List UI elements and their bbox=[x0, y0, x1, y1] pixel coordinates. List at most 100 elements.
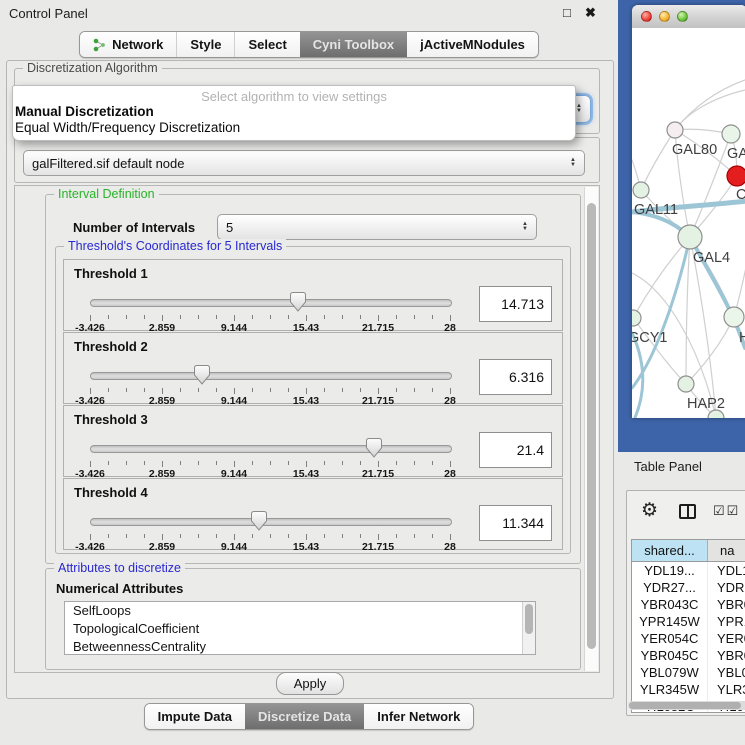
network-canvas[interactable]: GAL80GACGAL11GAL4GCY1HHAP2 bbox=[632, 28, 745, 418]
slider-tick bbox=[126, 534, 127, 538]
checkbox-checked-icon[interactable]: ☑ bbox=[727, 503, 741, 518]
network-edge bbox=[641, 130, 675, 190]
table-row[interactable]: YBR045CYBR0 bbox=[632, 647, 745, 664]
tab-discretize-data[interactable]: Discretize Data bbox=[245, 704, 364, 729]
table-cell[interactable]: YLR3 bbox=[708, 681, 745, 698]
table-cell[interactable]: YLR345W bbox=[632, 681, 708, 698]
close-panel-icon[interactable]: ✖ bbox=[585, 5, 596, 21]
table-cell[interactable]: YBR0 bbox=[708, 647, 745, 664]
table-cell[interactable]: YBL0 bbox=[708, 664, 745, 681]
apply-button[interactable]: Apply bbox=[276, 672, 344, 695]
list-item[interactable]: BetweennessCentrality bbox=[65, 638, 535, 655]
network-node[interactable] bbox=[667, 122, 683, 138]
table-row[interactable]: YDL19...YDL1 bbox=[632, 562, 745, 579]
zoom-window-icon[interactable] bbox=[677, 11, 688, 22]
slider-thumb[interactable] bbox=[194, 365, 210, 385]
column-header-shared-name[interactable]: shared... bbox=[632, 540, 708, 561]
network-node[interactable] bbox=[632, 310, 641, 326]
threshold-slider[interactable]: -3.4262.8599.14415.4321.71528 bbox=[90, 438, 450, 478]
table-cell[interactable]: YDL1 bbox=[708, 562, 745, 579]
table-row[interactable]: YDR27...YDR2 bbox=[632, 579, 745, 596]
network-window[interactable]: GAL80GACGAL11GAL4GCY1HHAP2 bbox=[632, 5, 745, 418]
close-window-icon[interactable] bbox=[641, 11, 652, 22]
slider-tick bbox=[180, 388, 181, 392]
scrollbar-thumb[interactable] bbox=[587, 203, 596, 649]
table-panel-body: ⚙ ☑☑ shared... na YDL19...YDL1YDR27...YD… bbox=[618, 482, 745, 745]
tab-network[interactable]: Network bbox=[80, 32, 176, 57]
network-window-titlebar[interactable] bbox=[632, 5, 745, 29]
network-node[interactable] bbox=[678, 376, 694, 392]
gear-icon[interactable]: ⚙ bbox=[641, 499, 658, 522]
checkbox-checked-icon[interactable]: ☑ bbox=[713, 503, 727, 518]
table-row[interactable]: YBL079WYBL0 bbox=[632, 664, 745, 681]
tab-infer-network[interactable]: Infer Network bbox=[364, 704, 473, 729]
list-item[interactable]: TopologicalCoefficient bbox=[65, 620, 535, 638]
slider-thumb[interactable] bbox=[251, 511, 267, 531]
float-panel-icon[interactable]: □ bbox=[563, 5, 571, 20]
threshold-slider[interactable]: -3.4262.8599.14415.4321.71528 bbox=[90, 365, 450, 405]
table-cell[interactable]: YDR27... bbox=[632, 579, 708, 596]
slider-track[interactable] bbox=[90, 445, 452, 453]
popup-item-equal-width-frequency[interactable]: Equal Width/Frequency Discretization bbox=[15, 120, 240, 135]
list-scrollbar[interactable] bbox=[522, 602, 535, 654]
table-cell[interactable]: YPR1 bbox=[708, 613, 745, 630]
table-cell[interactable]: YBR043C bbox=[632, 596, 708, 613]
threshold-value-field[interactable]: 14.713 bbox=[479, 286, 552, 322]
table-cell[interactable]: YPR145W bbox=[632, 613, 708, 630]
table-row[interactable]: YER054CYER0 bbox=[632, 630, 745, 647]
node-table: shared... na YDL19...YDL1YDR27...YDR2YBR… bbox=[631, 539, 745, 713]
threshold-value-field[interactable]: 6.316 bbox=[479, 359, 552, 395]
slider-thumb[interactable] bbox=[290, 292, 306, 312]
popup-item-manual-discretization[interactable]: Manual Discretization bbox=[15, 104, 154, 119]
table-cell[interactable]: YER0 bbox=[708, 630, 745, 647]
numerical-attributes-list[interactable]: SelfLoopsTopologicalCoefficientBetweenne… bbox=[64, 601, 536, 655]
tab-cyni-toolbox[interactable]: Cyni Toolbox bbox=[300, 32, 407, 57]
slider-tick bbox=[396, 461, 397, 465]
network-node[interactable] bbox=[724, 307, 744, 327]
list-item[interactable]: SelfLoops bbox=[65, 602, 535, 620]
threshold-value-field[interactable]: 11.344 bbox=[479, 505, 552, 541]
scrollbar-thumb[interactable] bbox=[629, 702, 741, 709]
minimize-window-icon[interactable] bbox=[659, 11, 670, 22]
slider-track[interactable] bbox=[90, 372, 452, 380]
table-cell[interactable]: YER054C bbox=[632, 630, 708, 647]
table-row[interactable]: YBR043CYBR0 bbox=[632, 596, 745, 613]
number-of-intervals-combobox[interactable]: 5 ▲▼ bbox=[217, 214, 537, 240]
threshold-slider[interactable]: -3.4262.8599.14415.4321.71528 bbox=[90, 511, 450, 551]
tab-impute-data[interactable]: Impute Data bbox=[145, 704, 245, 729]
threshold-value-field[interactable]: 21.4 bbox=[479, 432, 552, 468]
threshold-label: Threshold 3 bbox=[74, 412, 148, 427]
table-horizontal-scrollbar[interactable] bbox=[628, 701, 745, 710]
slider-tick bbox=[126, 388, 127, 392]
split-panel-icon[interactable] bbox=[679, 504, 696, 519]
network-node[interactable] bbox=[678, 225, 702, 249]
table-cell[interactable]: YDL19... bbox=[632, 562, 708, 579]
network-node[interactable] bbox=[727, 166, 745, 186]
table-cell[interactable]: YDR2 bbox=[708, 579, 745, 596]
network-node[interactable] bbox=[722, 125, 740, 143]
spinner-down-icon[interactable]: ▼ bbox=[522, 227, 528, 232]
table-row[interactable]: YPR145WYPR1 bbox=[632, 613, 745, 630]
network-node[interactable] bbox=[633, 182, 649, 198]
tab-select[interactable]: Select bbox=[234, 32, 299, 57]
column-header-name[interactable]: na bbox=[708, 540, 745, 561]
settings-scrollbar[interactable] bbox=[584, 187, 598, 671]
slider-track[interactable] bbox=[90, 299, 452, 307]
slider-thumb[interactable] bbox=[366, 438, 382, 458]
slider-tick bbox=[342, 534, 343, 538]
slider-tick bbox=[324, 388, 325, 392]
column-visibility-icons[interactable]: ☑☑ bbox=[713, 503, 740, 519]
table-cell[interactable]: YBL079W bbox=[632, 664, 708, 681]
tab-style[interactable]: Style bbox=[176, 32, 234, 57]
table-cell[interactable]: YBR0 bbox=[708, 596, 745, 613]
table-cell[interactable]: YBR045C bbox=[632, 647, 708, 664]
table-data-combobox[interactable]: galFiltered.sif default node ▲▼ bbox=[23, 150, 585, 176]
tab-jactivemnodules[interactable]: jActiveMNodules bbox=[407, 32, 538, 57]
table-row[interactable]: YLR345WYLR3 bbox=[632, 681, 745, 698]
spinner-down-icon[interactable]: ▼ bbox=[570, 163, 576, 168]
threshold-slider[interactable]: -3.4262.8599.14415.4321.71528 bbox=[90, 292, 450, 332]
slider-track[interactable] bbox=[90, 518, 452, 526]
spinner-down-icon[interactable]: ▼ bbox=[576, 109, 582, 114]
slider-tick bbox=[180, 461, 181, 465]
scrollbar-thumb[interactable] bbox=[525, 604, 533, 634]
